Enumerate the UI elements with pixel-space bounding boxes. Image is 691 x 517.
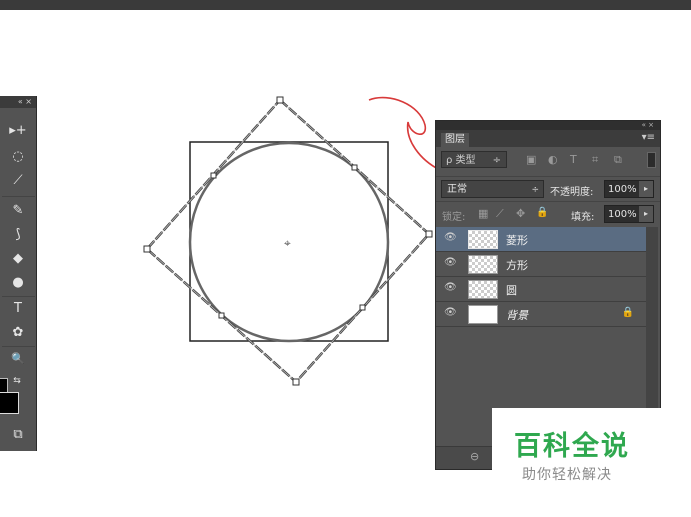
center-crosshair-icon: ⌖ [284, 236, 291, 250]
visibility-eye-icon[interactable]: 👁 [444, 282, 457, 293]
paint-bucket-icon[interactable]: ◆ [8, 250, 28, 268]
blend-mode-select[interactable]: 正常 ÷ [441, 180, 544, 198]
opacity-label: 不透明度: [550, 187, 594, 198]
lock-row: 锁定: ▦ ⟋ ✥ 🔒 填充: 100% ▸ [436, 201, 660, 226]
lock-label: 锁定: [442, 212, 466, 223]
filter-kind-label: ρ 类型 [446, 155, 476, 166]
opacity-input[interactable]: 100% ▸ [604, 180, 654, 198]
layer-lock-icon: 🔒 [621, 307, 634, 318]
watermark-logo: 百科全说 助你轻松解决 [492, 408, 662, 494]
opacity-value: 100% [608, 184, 637, 195]
brush-icon[interactable]: ✎ [8, 202, 28, 220]
layer-name: 背景 [506, 309, 528, 322]
layer-thumbnail [468, 255, 498, 274]
red-annotation-stroke [368, 96, 441, 171]
blend-mode-arrow: ÷ [531, 185, 539, 195]
zoom-icon[interactable]: 🔍 [8, 350, 28, 368]
layer-name: 方形 [506, 259, 528, 272]
filter-kind-select[interactable]: ρ 类型 ÷ [441, 151, 507, 168]
tool-separator [2, 296, 35, 297]
link-layers-icon[interactable]: ⊖ [470, 450, 479, 463]
filter-type-icon[interactable]: T [570, 153, 577, 167]
blend-row: 正常 ÷ 不透明度: 100% ▸ [436, 176, 660, 199]
quick-select-icon[interactable]: ◌ [8, 148, 28, 166]
filter-smart-object-icon[interactable]: ⧉ [614, 153, 622, 167]
layer-thumbnail [468, 230, 498, 249]
layer-row-diamond[interactable]: 👁 菱形 [436, 227, 646, 252]
visibility-eye-icon[interactable]: 👁 [444, 232, 457, 243]
fill-input[interactable]: 100% ▸ [604, 205, 654, 223]
lock-image-icon[interactable]: ⟋ [496, 207, 504, 221]
blend-mode-value: 正常 [447, 184, 467, 195]
fill-value: 100% [608, 209, 637, 220]
background-color-swatch[interactable] [0, 392, 19, 414]
opacity-stepper-icon[interactable]: ▸ [639, 181, 653, 197]
watermark-title: 百科全说 [514, 431, 630, 462]
filter-toggle[interactable] [647, 152, 656, 168]
dodge-icon[interactable]: ● [8, 274, 28, 292]
visibility-eye-icon[interactable]: 👁 [444, 307, 457, 318]
visibility-eye-icon[interactable]: 👁 [444, 257, 457, 268]
tool-separator [2, 196, 35, 197]
swap-colors-icon[interactable]: ⇆ [10, 372, 24, 390]
layer-thumbnail [468, 280, 498, 299]
watermark-subtitle: 助你轻松解决 [522, 467, 612, 483]
custom-shape-icon[interactable]: ✿ [8, 324, 28, 342]
layer-list: 👁 菱形 👁 方形 👁 圆 👁 背景 🔒 [436, 227, 646, 327]
filter-shape-icon[interactable]: ⌗ [592, 153, 598, 167]
lock-all-icon[interactable]: 🔒 [536, 207, 548, 218]
filter-adjustment-icon[interactable]: ◐ [548, 153, 558, 167]
tools-panel: « × ▸+ ◌ ⟋ ✎ ⟆ ◆ ● T ✿ 🔍 ⇆ ⧉ [0, 96, 37, 451]
layer-name: 圆 [506, 284, 517, 297]
type-tool-icon[interactable]: T [8, 300, 28, 318]
lock-transparent-icon[interactable]: ▦ [478, 207, 488, 220]
tool-separator [2, 346, 35, 347]
layer-row-square[interactable]: 👁 方形 [436, 252, 646, 277]
history-brush-icon[interactable]: ⟆ [8, 226, 28, 244]
screen-mode-icon[interactable]: ⧉ [8, 426, 28, 444]
layers-panel-strip[interactable]: « × [436, 121, 660, 130]
layer-thumbnail [468, 305, 498, 324]
tab-layers[interactable]: 图层 [441, 133, 469, 147]
panel-menu-icon[interactable]: ▾≡ [642, 132, 655, 143]
layer-name: 菱形 [506, 234, 528, 247]
layers-tab-row: 图层 ▾≡ [436, 130, 660, 147]
filter-kind-arrow: ÷ [492, 155, 501, 166]
fill-stepper-icon[interactable]: ▸ [639, 206, 653, 222]
layer-row-circle[interactable]: 👁 圆 [436, 277, 646, 302]
layer-filter-row: ρ 类型 ÷ ▣ ◐ T ⌗ ⧉ [436, 149, 660, 171]
fill-label: 填充: [571, 212, 595, 223]
eyedropper-icon[interactable]: ⟋ [8, 172, 28, 190]
tools-panel-header[interactable]: « × [0, 96, 36, 108]
layer-row-background[interactable]: 👁 背景 🔒 [436, 302, 646, 327]
lock-position-icon[interactable]: ✥ [516, 207, 525, 220]
move-tool-icon[interactable]: ▸+ [8, 122, 28, 140]
filter-pixel-icon[interactable]: ▣ [526, 153, 536, 167]
